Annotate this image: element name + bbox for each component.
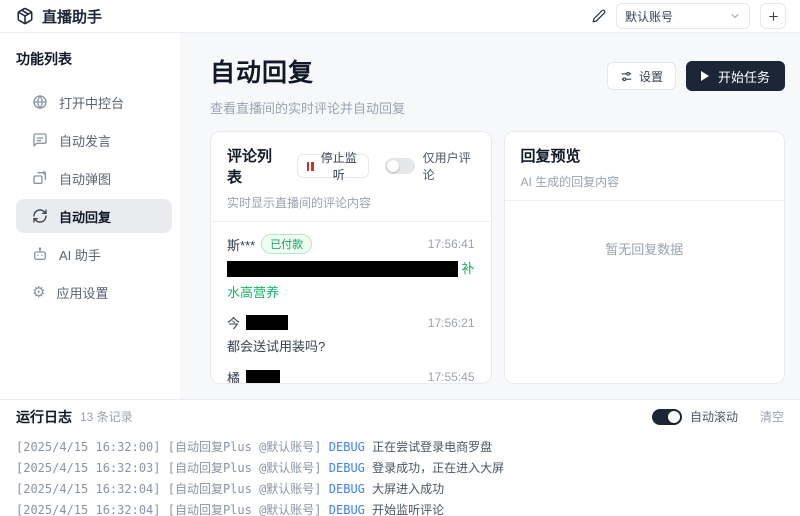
log-timestamp: [2025/4/15 16:32:03]: [16, 461, 161, 475]
reply-panel-title: 回复预览: [521, 145, 581, 166]
autoscroll-label: 自动滚动: [690, 408, 738, 425]
top-bar: 直播助手 默认账号: [0, 0, 800, 33]
log-line: [2025/4/15 16:32:04] [自动回复Plus @默认账号] DE…: [16, 500, 784, 516]
sidebar-item-label: 应用设置: [56, 283, 108, 302]
log-title: 运行日志: [16, 407, 72, 427]
comment-username: 斯***: [227, 235, 255, 254]
reply-panel-subtitle: AI 生成的回复内容: [521, 173, 769, 190]
popup-image-icon: [32, 170, 48, 186]
start-task-button[interactable]: 开始任务: [686, 61, 785, 91]
user-comments-only-toggle[interactable]: [385, 158, 415, 174]
app-title: 直播助手: [42, 6, 102, 27]
log-message: 正在尝试登录电商罗盘: [372, 440, 492, 454]
sidebar-title: 功能列表: [16, 49, 172, 69]
log-timestamp: [2025/4/15 16:32:00]: [16, 440, 161, 454]
sidebar-item-label: 自动回复: [59, 207, 111, 226]
package-icon: [16, 7, 34, 25]
settings-gear-icon: ⚙: [32, 285, 45, 300]
sidebar: 功能列表 打开中控台 自动发言 自动弹图: [0, 33, 180, 399]
comment-timestamp: 17:55:45: [428, 370, 475, 384]
log-timestamp: [2025/4/15 16:32:04]: [16, 503, 161, 516]
comment-text-line2: 水高营养: [227, 284, 475, 302]
comment-item: 橘 17:55:45 进入直播间: [227, 358, 475, 384]
chat-message-icon: [32, 132, 48, 148]
log-source: [自动回复Plus @默认账号]: [168, 461, 322, 475]
sidebar-item-ai-assistant[interactable]: AI 助手: [16, 237, 172, 271]
log-source: [自动回复Plus @默认账号]: [168, 482, 322, 496]
clear-log-link[interactable]: 清空: [760, 408, 784, 425]
comment-item: 今 17:56:21 都会送试用装吗?: [227, 303, 475, 358]
console-globe-icon: [32, 94, 48, 110]
log-level-badge: DEBUG: [329, 440, 365, 454]
run-log-section: 运行日志 13 条记录 自动滚动 清空 [2025/4/15 16:32:00]…: [0, 399, 800, 516]
comment-panel-title: 评论列表: [227, 145, 279, 187]
log-timestamp: [2025/4/15 16:32:04]: [16, 482, 161, 496]
reply-preview-panel: 回复预览 AI 生成的回复内容 暂无回复数据: [504, 131, 786, 384]
sidebar-item-label: 自动弹图: [59, 169, 111, 188]
sidebar-item-app-settings[interactable]: ⚙ 应用设置: [16, 275, 172, 309]
sidebar-item-label: 自动发言: [59, 131, 111, 150]
main-content: 自动回复 查看直播间的实时评论并自动回复 设置 开始任务: [180, 33, 800, 399]
start-task-label: 开始任务: [718, 67, 770, 86]
add-account-button[interactable]: [760, 3, 786, 29]
play-icon: [701, 71, 709, 81]
log-source: [自动回复Plus @默认账号]: [168, 440, 322, 454]
sidebar-item-open-console[interactable]: 打开中控台: [16, 85, 172, 119]
comment-timestamp: 17:56:41: [428, 237, 475, 251]
sidebar-item-auto-popup[interactable]: 自动弹图: [16, 161, 172, 195]
log-level-badge: DEBUG: [329, 503, 365, 516]
autoscroll-toggle[interactable]: [652, 409, 682, 425]
auto-reply-icon: [32, 208, 48, 224]
log-message: 开始监听评论: [372, 503, 444, 516]
sidebar-item-label: AI 助手: [59, 245, 101, 264]
settings-button[interactable]: 设置: [607, 62, 676, 90]
redacted-name-bar: [246, 315, 288, 330]
sidebar-item-auto-speak[interactable]: 自动发言: [16, 123, 172, 157]
sliders-icon: [620, 70, 633, 83]
log-source: [自动回复Plus @默认账号]: [168, 503, 322, 516]
redacted-content-bar: [227, 261, 458, 277]
comment-timestamp: 17:56:21: [428, 316, 475, 330]
app-logo: 直播助手: [16, 6, 102, 27]
comment-username: 橘: [227, 368, 240, 384]
comment-text: 都会送试用装吗?: [227, 338, 325, 356]
stop-listening-label: 停止监听: [319, 149, 359, 183]
log-line: [2025/4/15 16:32:00] [自动回复Plus @默认账号] DE…: [16, 437, 784, 458]
paid-badge: 已付款: [261, 234, 312, 254]
comment-item: 斯*** 已付款 17:56:41 补: [227, 224, 475, 303]
sidebar-item-auto-reply[interactable]: 自动回复: [16, 199, 172, 233]
comment-list[interactable]: 斯*** 已付款 17:56:41 补: [211, 222, 491, 384]
comment-panel-subtitle: 实时显示直播间的评论内容: [227, 194, 475, 211]
page-title: 自动回复: [210, 53, 405, 89]
redacted-name-bar: [246, 370, 280, 384]
account-select-value: 默认账号: [625, 8, 673, 25]
account-select[interactable]: 默认账号: [616, 3, 750, 29]
sidebar-item-label: 打开中控台: [59, 93, 124, 112]
log-lines[interactable]: [2025/4/15 16:32:00] [自动回复Plus @默认账号] DE…: [16, 433, 784, 516]
page-subtitle: 查看直播间的实时评论并自动回复: [210, 98, 405, 117]
edit-account-icon[interactable]: [592, 9, 606, 23]
user-comments-only-label: 仅用户评论: [423, 149, 475, 183]
comment-text-suffix: 补: [461, 260, 474, 278]
log-line: [2025/4/15 16:32:04] [自动回复Plus @默认账号] DE…: [16, 479, 784, 500]
reply-empty-state: 暂无回复数据: [505, 201, 785, 258]
log-line: [2025/4/15 16:32:03] [自动回复Plus @默认账号] DE…: [16, 458, 784, 479]
stop-listening-button[interactable]: 停止监听: [297, 154, 369, 178]
log-record-count: 13 条记录: [80, 408, 133, 425]
ai-assistant-icon: [32, 246, 48, 262]
pause-icon: [307, 162, 314, 171]
settings-button-label: 设置: [639, 68, 663, 85]
log-level-badge: DEBUG: [329, 461, 365, 475]
chevron-down-icon: [729, 10, 741, 22]
log-level-badge: DEBUG: [329, 482, 365, 496]
comment-username: 今: [227, 313, 240, 332]
comment-list-panel: 评论列表 停止监听 仅用户评论 实时显示直播间的评论内容: [210, 131, 492, 384]
log-message: 登录成功，正在进入大屏: [372, 461, 504, 475]
log-message: 大屏进入成功: [372, 482, 444, 496]
